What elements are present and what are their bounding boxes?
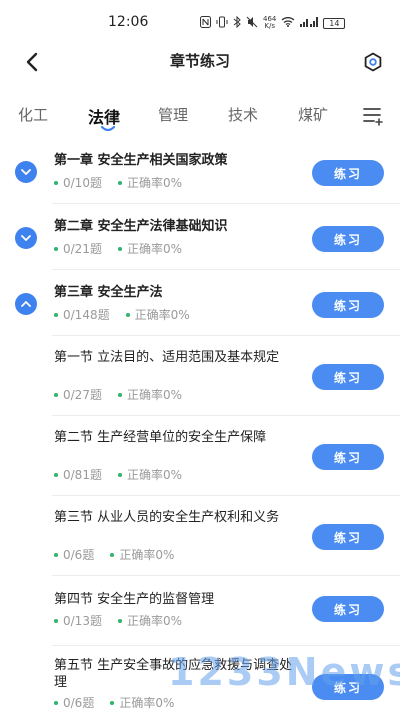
menu-lines-icon: [363, 108, 383, 126]
list-item: 第三节 从业人员的安全生产权利和义务 0/6题 正确率0% 练习: [0, 496, 400, 576]
hexagon-settings-icon: [364, 52, 382, 72]
tab-menu-button[interactable]: [362, 104, 386, 128]
tab-chemical[interactable]: 化工: [18, 104, 48, 125]
section-title: 第三节 从业人员的安全生产权利和义务: [54, 510, 280, 525]
item-stats: 0/81题 正确率0%: [54, 466, 182, 483]
accuracy-rate: 正确率0%: [119, 696, 175, 710]
accuracy-rate: 正确率0%: [126, 176, 182, 190]
accuracy-rate: 正确率0%: [134, 308, 190, 322]
practice-button[interactable]: 练习: [312, 292, 384, 318]
chapter-title: 第一章 安全生产相关国家政策: [54, 153, 228, 168]
expand-toggle[interactable]: [15, 161, 37, 183]
list-item: 第三章 安全生产法 0/148题 正确率0% 练习: [0, 270, 400, 336]
nfc-icon: [200, 15, 211, 31]
question-progress: 0/6题: [63, 548, 95, 562]
status-time: 12:06: [108, 14, 149, 30]
item-stats: 0/6题 正确率0%: [54, 546, 174, 563]
tab-coal-mine[interactable]: 煤矿: [298, 104, 328, 125]
accuracy-dot: [125, 312, 130, 317]
mute-icon: [246, 16, 258, 31]
accuracy-rate: 正确率0%: [126, 468, 182, 482]
item-stats: 0/27题 正确率0%: [54, 386, 182, 403]
bluetooth-icon: [233, 15, 241, 31]
question-progress: 0/13题: [63, 614, 102, 628]
progress-dot: [54, 180, 58, 185]
page-title: 章节练习: [169, 52, 230, 70]
list-item: 第四节 安全生产的监督管理 0/13题 正确率0% 练习: [0, 576, 400, 646]
question-progress: 0/148题: [63, 308, 110, 322]
battery-icon: 14: [323, 17, 346, 29]
section-title: 第二节 生产经营单位的安全生产保障: [54, 430, 267, 445]
practice-button[interactable]: 练习: [312, 524, 384, 550]
practice-button[interactable]: 练习: [312, 364, 384, 390]
question-progress: 0/27题: [63, 388, 102, 402]
item-stats: 0/10题 正确率0%: [54, 174, 182, 191]
chapter-title: 第二章 安全生产法律基础知识: [54, 219, 228, 234]
status-bar: 12:06 464 K/s 14: [0, 0, 400, 44]
section-title: 第四节 安全生产的监督管理: [54, 592, 215, 607]
item-stats: 0/21题 正确率0%: [54, 240, 182, 257]
progress-dot: [54, 700, 58, 705]
accuracy-rate: 正确率0%: [126, 614, 182, 628]
question-progress: 0/6题: [63, 696, 95, 710]
accuracy-dot: [117, 472, 122, 477]
question-progress: 0/81题: [63, 468, 102, 482]
status-icons: 464 K/s 14: [200, 15, 346, 31]
list-item: 第二章 安全生产法律基础知识 0/21题 正确率0% 练习: [0, 204, 400, 270]
network-speed: 464 K/s: [263, 15, 277, 30]
collapse-toggle[interactable]: [15, 293, 37, 315]
progress-dot: [54, 312, 58, 317]
section-title: 第一节 立法目的、适用范围及基本规定: [54, 350, 280, 365]
chapter-title: 第三章 安全生产法: [54, 285, 163, 300]
wifi-icon: [281, 16, 295, 30]
progress-dot: [54, 552, 58, 557]
item-stats: 0/6题 正确率0%: [54, 694, 174, 711]
tab-management[interactable]: 管理: [158, 104, 188, 125]
tab-technology[interactable]: 技术: [228, 104, 258, 125]
practice-button[interactable]: 练习: [312, 226, 384, 252]
chevron-up-icon: [21, 301, 31, 307]
chevron-down-icon: [21, 169, 31, 175]
vibrate-icon: [216, 16, 228, 31]
accuracy-rate: 正确率0%: [126, 388, 182, 402]
category-tabs: 化工 法律 管理 技术 煤矿: [0, 100, 400, 136]
watermark: 1233News: [168, 650, 400, 694]
tab-active-indicator: [101, 126, 115, 132]
accuracy-dot: [117, 618, 122, 623]
progress-dot: [54, 246, 58, 251]
practice-button[interactable]: 练习: [312, 160, 384, 186]
question-progress: 0/21题: [63, 242, 102, 256]
progress-dot: [54, 618, 58, 623]
question-progress: 0/10题: [63, 176, 102, 190]
item-stats: 0/148题 正确率0%: [54, 306, 190, 323]
expand-toggle[interactable]: [15, 227, 37, 249]
accuracy-dot: [117, 180, 122, 185]
header: 章节练习: [0, 44, 400, 80]
tab-law[interactable]: 法律: [88, 104, 120, 128]
list-item: 第二节 生产经营单位的安全生产保障 0/81题 正确率0% 练习: [0, 416, 400, 496]
settings-button[interactable]: [360, 49, 386, 75]
accuracy-dot: [117, 392, 122, 397]
accuracy-dot: [110, 552, 115, 557]
accuracy-rate: 正确率0%: [126, 242, 182, 256]
practice-button[interactable]: 练习: [312, 596, 384, 622]
accuracy-rate: 正确率0%: [119, 548, 175, 562]
list-item: 第一章 安全生产相关国家政策 0/10题 正确率0% 练习: [0, 138, 400, 204]
item-stats: 0/13题 正确率0%: [54, 612, 182, 629]
progress-dot: [54, 472, 58, 477]
chevron-down-icon: [21, 235, 31, 241]
progress-dot: [54, 392, 58, 397]
accuracy-dot: [110, 700, 115, 705]
accuracy-dot: [117, 246, 122, 251]
list-item: 第一节 立法目的、适用范围及基本规定 0/27题 正确率0% 练习: [0, 336, 400, 416]
practice-button[interactable]: 练习: [312, 444, 384, 470]
signal-icon: [300, 16, 319, 30]
